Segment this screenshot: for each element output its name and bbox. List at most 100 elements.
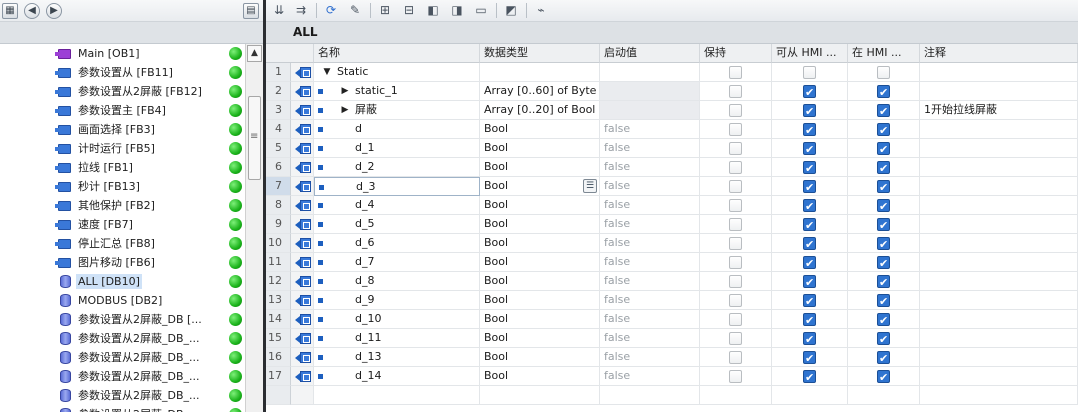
datatype-cell[interactable]: Bool (480, 215, 600, 234)
tree-item[interactable]: 画面选择 [FB3] (0, 120, 245, 139)
hmi-visible-checkbox[interactable] (877, 103, 890, 119)
comment-cell[interactable] (920, 196, 1078, 215)
datatype-cell[interactable]: Bool (480, 348, 600, 367)
tree-item[interactable]: 停止汇总 [FB8] (0, 234, 245, 253)
comment-cell[interactable] (920, 291, 1078, 310)
comment-cell[interactable] (920, 63, 1078, 82)
hmi-accessible-checkbox[interactable] (803, 217, 816, 233)
datatype-cell[interactable]: Bool (480, 291, 600, 310)
tree-item[interactable]: 参数设置从2屏蔽_DB_... (0, 329, 245, 348)
datatype-cell[interactable]: Bool (480, 234, 600, 253)
retain-checkbox[interactable] (729, 313, 742, 326)
hmi-accessible-checkbox[interactable] (803, 255, 816, 271)
tree-item[interactable]: 参数设置从2屏蔽 [FB12] (0, 82, 245, 101)
snapshot-icon[interactable]: ◧ (424, 2, 442, 19)
start-value-cell[interactable] (600, 82, 700, 101)
datatype-cell[interactable]: Bool (480, 196, 600, 215)
retain-checkbox[interactable] (729, 370, 742, 383)
comment-cell[interactable] (920, 120, 1078, 139)
hmi-accessible-checkbox[interactable] (803, 350, 816, 366)
start-value-cell[interactable]: false (600, 310, 700, 329)
name-cell[interactable]: d_7 (314, 253, 480, 272)
name-cell[interactable]: d_10 (314, 310, 480, 329)
scroll-up-button[interactable]: ▲ (247, 45, 262, 62)
start-value-cell[interactable]: false (600, 234, 700, 253)
tree-item[interactable]: 图片移动 [FB6] (0, 253, 245, 272)
hmi-accessible-checkbox[interactable] (803, 312, 816, 328)
hmi-visible-checkbox[interactable] (877, 179, 890, 195)
col-header-hmi-accessible[interactable]: 可从 HMI ... (772, 44, 848, 63)
comment-cell[interactable] (920, 139, 1078, 158)
edit-icon[interactable]: ✎ (346, 2, 364, 19)
table-row[interactable]: 12 d_8 Bool false (266, 272, 1078, 291)
hmi-accessible-checkbox[interactable] (803, 293, 816, 309)
datatype-cell[interactable]: Bool (480, 158, 600, 177)
comment-cell[interactable] (920, 253, 1078, 272)
hmi-accessible-checkbox[interactable] (803, 103, 816, 119)
col-header-name[interactable]: 名称 (314, 44, 480, 63)
hmi-visible-checkbox[interactable] (877, 312, 890, 328)
hmi-accessible-checkbox[interactable] (803, 331, 816, 347)
tree-item[interactable]: 速度 [FB7] (0, 215, 245, 234)
add-row-icon[interactable]: ⇉ (292, 2, 310, 19)
comment-cell[interactable] (920, 215, 1078, 234)
update-interface-icon[interactable]: ⟳ (322, 2, 340, 19)
hmi-visible-checkbox[interactable] (877, 369, 890, 385)
insert-row-icon[interactable]: ⇊ (270, 2, 288, 19)
hmi-visible-checkbox[interactable] (877, 331, 890, 347)
table-row[interactable]: 9 d_5 Bool false (266, 215, 1078, 234)
expand-icon[interactable]: ▶ (340, 82, 350, 100)
table-row[interactable]: 17 d_14 Bool false (266, 367, 1078, 386)
retain-checkbox[interactable] (729, 332, 742, 345)
retain-checkbox[interactable] (729, 351, 742, 364)
nav-back-button[interactable]: ◀ (24, 3, 40, 19)
name-cell[interactable]: d (314, 120, 480, 139)
comment-cell[interactable] (920, 158, 1078, 177)
monitor-icon[interactable]: ◩ (502, 2, 520, 19)
retain-checkbox[interactable] (729, 218, 742, 231)
name-cell[interactable]: ▼ Static (314, 63, 480, 82)
retain-checkbox[interactable] (729, 104, 742, 117)
tree-item[interactable]: Main [OB1] (0, 44, 245, 63)
hmi-accessible-checkbox[interactable] (803, 274, 816, 290)
comment-cell[interactable] (920, 310, 1078, 329)
hmi-visible-checkbox[interactable] (877, 160, 890, 176)
hmi-accessible-checkbox[interactable] (803, 84, 816, 100)
retain-checkbox[interactable] (729, 180, 742, 193)
tree-item[interactable]: 拉线 [FB1] (0, 158, 245, 177)
datatype-cell[interactable]: Bool (480, 139, 600, 158)
retain-checkbox[interactable] (729, 85, 742, 98)
tree-item[interactable]: 参数设置从2屏蔽_DB [... (0, 310, 245, 329)
table-row[interactable]: 2 ▶ static_1 Array [0..60] of Byte (266, 82, 1078, 101)
start-value-cell[interactable]: false (600, 367, 700, 386)
hmi-visible-checkbox[interactable] (877, 255, 890, 271)
name-cell[interactable]: d_14 (314, 367, 480, 386)
datatype-cell[interactable]: Array [0..20] of Bool (480, 101, 600, 120)
start-value-cell[interactable]: false (600, 253, 700, 272)
tree-item[interactable]: 参数设置主 [FB4] (0, 101, 245, 120)
retain-checkbox[interactable] (729, 66, 742, 79)
datatype-cell[interactable]: Bool (480, 329, 600, 348)
start-value-cell[interactable]: false (600, 291, 700, 310)
retain-checkbox[interactable] (729, 161, 742, 174)
hmi-visible-checkbox[interactable] (877, 350, 890, 366)
tree-item[interactable]: 计时运行 [FB5] (0, 139, 245, 158)
tree-item[interactable]: 参数设置从2屏蔽_DB_... (0, 405, 245, 412)
datatype-cell[interactable]: Bool (480, 272, 600, 291)
hmi-accessible-checkbox[interactable] (803, 198, 816, 214)
col-header-start-value[interactable]: 启动值 (600, 44, 700, 63)
hmi-accessible-checkbox[interactable] (803, 369, 816, 385)
retain-checkbox[interactable] (729, 256, 742, 269)
name-cell[interactable]: ▶ static_1 (314, 82, 480, 101)
expand-all-icon[interactable]: ⊞ (376, 2, 394, 19)
collapse-all-icon[interactable]: ⊟ (400, 2, 418, 19)
hmi-accessible-checkbox[interactable] (803, 236, 816, 252)
hmi-visible-checkbox[interactable] (877, 274, 890, 290)
tree-item[interactable]: 参数设置从2屏蔽_DB_... (0, 386, 245, 405)
hmi-accessible-checkbox[interactable] (803, 160, 816, 176)
hmi-visible-checkbox[interactable] (877, 217, 890, 233)
start-value-cell[interactable]: false (600, 158, 700, 177)
col-header-hmi-visible[interactable]: 在 HMI ... (848, 44, 920, 63)
datatype-cell[interactable]: Array [0..60] of Byte (480, 82, 600, 101)
start-value-cell[interactable]: false (600, 177, 700, 196)
